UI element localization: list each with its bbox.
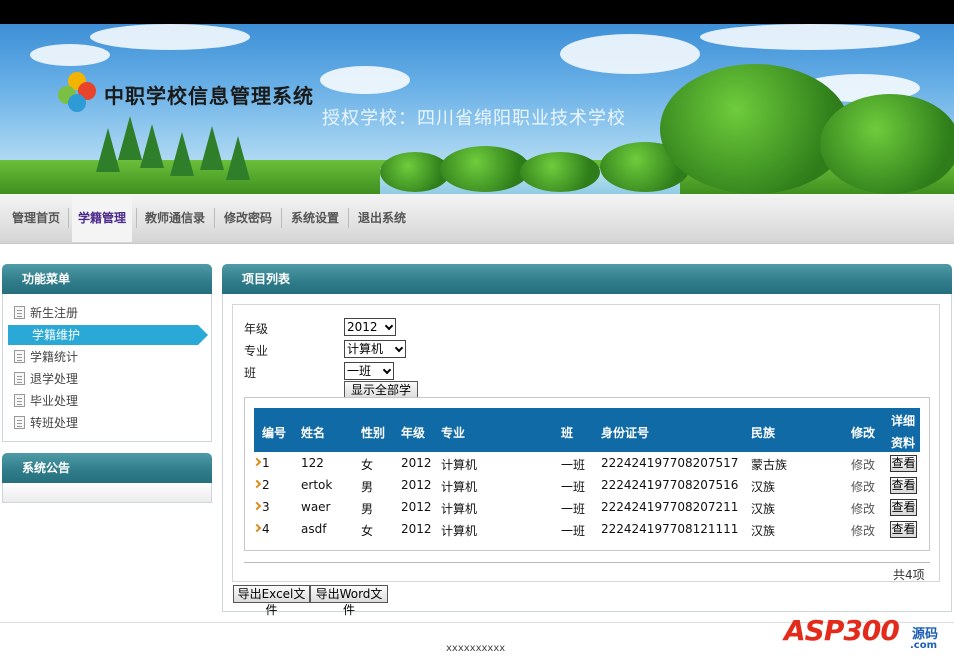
view-button[interactable]: 查看	[890, 499, 917, 516]
table-cell-name: asdf	[301, 522, 327, 536]
col-class: 班	[561, 426, 574, 440]
table-cell-major: 计算机	[441, 458, 478, 472]
table-cell-grade: 2012	[401, 500, 432, 514]
col-idcard: 身份证号	[601, 426, 650, 440]
table-cell-name: 122	[301, 456, 324, 470]
sidebar-item-class-transfer[interactable]: 转班处理	[14, 413, 78, 433]
divider	[244, 562, 930, 563]
table-cell-ethnicity: 汉族	[751, 502, 776, 516]
view-button[interactable]: 查看	[890, 477, 917, 494]
col-edit: 修改	[851, 426, 876, 440]
nav-item-logout[interactable]: 退出系统	[352, 194, 412, 242]
col-details-2: 资料	[891, 436, 916, 450]
table-cell-ethnicity: 汉族	[751, 524, 776, 538]
table-cell-idcard: 222424197708207516	[601, 478, 739, 492]
major-select[interactable]: 计算机	[344, 340, 406, 358]
sidebar-item-record-stats[interactable]: 学籍统计	[14, 347, 78, 367]
logo-icon	[54, 72, 96, 112]
nav-item-teacher-contacts[interactable]: 教师通信录	[139, 194, 211, 242]
table-cell-major: 计算机	[441, 480, 478, 494]
chevron-down-icon	[384, 321, 394, 331]
sidebar-item-new-registration[interactable]: 新生注册	[14, 303, 78, 323]
notice-panel	[2, 483, 212, 503]
col-name: 姓名	[301, 426, 326, 440]
table-cell-gender: 男	[361, 502, 374, 516]
top-nav: 管理首页 学籍管理 教师通信录 修改密码 系统设置 退出系统	[0, 194, 954, 244]
menu-panel-title: 功能菜单	[2, 264, 212, 294]
col-major: 专业	[441, 426, 466, 440]
edit-link[interactable]: 修改	[851, 522, 875, 539]
table-cell-class: 一班	[561, 480, 586, 494]
document-icon	[14, 350, 25, 363]
view-button[interactable]: 查看	[890, 521, 917, 538]
table-cell-class: 一班	[561, 524, 586, 538]
main-panel-title: 项目列表	[222, 264, 952, 294]
school-name: 授权学校：四川省绵阳职业技术学校	[322, 108, 626, 129]
app-title: 中职学校信息管理系统	[104, 84, 314, 108]
watermark-logo: ASP300	[784, 614, 900, 647]
export-word-button[interactable]: 导出Word文件	[310, 585, 388, 617]
table-cell-grade: 2012	[401, 522, 432, 536]
table-cell-idcard: 222424197708121111	[601, 522, 739, 536]
table-cell-gender: 男	[361, 480, 374, 494]
table-cell-class: 一班	[561, 502, 586, 516]
header-banner: 中职学校信息管理系统 授权学校：四川省绵阳职业技术学校	[0, 24, 954, 194]
table-cell-ethnicity: 蒙古族	[751, 458, 788, 472]
sidebar-item-withdrawal[interactable]: 退学处理	[14, 369, 78, 389]
document-icon	[14, 372, 25, 385]
table-cell-name: ertok	[301, 478, 333, 492]
document-icon	[14, 394, 25, 407]
nav-item-home[interactable]: 管理首页	[6, 194, 66, 242]
table-cell-name: waer	[301, 500, 331, 514]
class-select[interactable]: 一班	[344, 362, 394, 380]
table-cell-id: 1	[262, 456, 270, 470]
table-cell-major: 计算机	[441, 524, 478, 538]
col-gender: 性别	[361, 426, 386, 440]
table-cell-idcard: 222424197708207211	[601, 500, 739, 514]
view-button[interactable]: 查看	[890, 455, 917, 472]
table-cell-class: 一班	[561, 458, 586, 472]
export-excel-button[interactable]: 导出Excel文件	[233, 585, 310, 617]
major-label: 专业	[244, 344, 269, 358]
table-cell-grade: 2012	[401, 478, 432, 492]
table-cell-gender: 女	[361, 524, 374, 538]
col-ethnicity: 民族	[751, 426, 776, 440]
grade-label: 年级	[244, 322, 269, 336]
top-bar	[0, 0, 954, 24]
nav-item-system-settings[interactable]: 系统设置	[285, 194, 345, 242]
edit-link[interactable]: 修改	[851, 478, 875, 495]
chevron-down-icon	[382, 365, 392, 375]
document-icon	[14, 416, 25, 429]
table-cell-ethnicity: 汉族	[751, 480, 776, 494]
watermark-domain: .com	[910, 640, 938, 651]
footer-text: xxxxxxxxxx	[446, 643, 506, 654]
col-details: 详细	[891, 414, 916, 428]
sidebar-item-record-maintenance[interactable]: 学籍维护	[8, 325, 208, 345]
chevron-down-icon	[394, 343, 404, 353]
col-id: 编号	[262, 426, 287, 440]
table-cell-grade: 2012	[401, 456, 432, 470]
nav-item-change-password[interactable]: 修改密码	[218, 194, 278, 242]
table-cell-gender: 女	[361, 458, 374, 472]
table-cell-id: 2	[262, 478, 270, 492]
table-cell-id: 3	[262, 500, 270, 514]
col-grade: 年级	[401, 426, 426, 440]
table-cell-idcard: 222424197708207517	[601, 456, 739, 470]
class-label: 班	[244, 366, 257, 380]
edit-link[interactable]: 修改	[851, 500, 875, 517]
nav-item-student-records[interactable]: 学籍管理	[72, 194, 133, 242]
grade-select[interactable]: 2012	[344, 318, 396, 336]
table-header	[254, 408, 920, 452]
notice-panel-title: 系统公告	[2, 453, 212, 483]
document-icon	[14, 306, 25, 319]
table-cell-id: 4	[262, 522, 270, 536]
sidebar-item-graduation[interactable]: 毕业处理	[14, 391, 78, 411]
edit-link[interactable]: 修改	[851, 456, 875, 473]
total-count: 共4项	[893, 568, 925, 582]
table-cell-major: 计算机	[441, 502, 478, 516]
